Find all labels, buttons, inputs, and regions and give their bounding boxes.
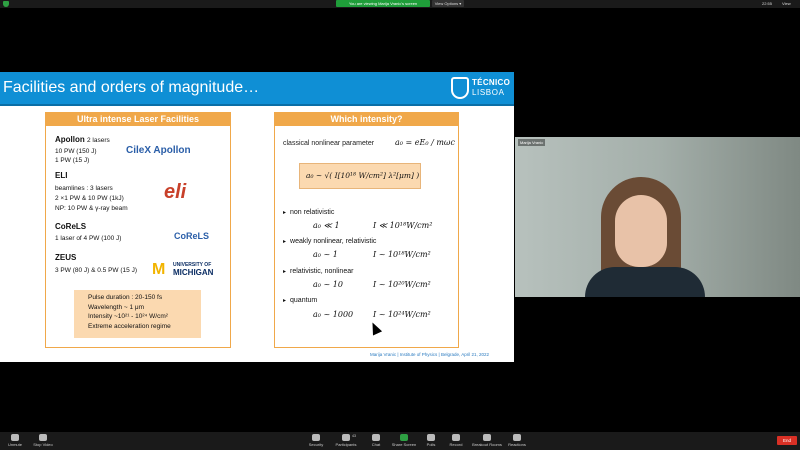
share-screen-icon	[400, 434, 408, 441]
participants-count: 43	[352, 434, 356, 438]
regime-0-intensity: I ≪ 10¹⁸W/cm²	[373, 221, 433, 230]
a0-intensity-formula: a₀ ~ √( I[10¹⁸ W/cm²] λ²[μm] )	[306, 171, 420, 180]
chat-button[interactable]: Chat	[361, 434, 391, 447]
apollon-line-2: 1 PW (15 J)	[55, 157, 90, 164]
microphone-muted-icon	[11, 434, 19, 441]
regime-1-a0: a₀ ~ 1	[313, 250, 338, 259]
acceleration-regime: Extreme acceleration regime	[88, 322, 171, 330]
speaker-face	[615, 195, 667, 267]
shared-slide: Facilities and orders of magnitude… TÉCN…	[0, 72, 514, 362]
speaker-shirt	[585, 267, 705, 297]
breakout-rooms-icon	[483, 434, 491, 441]
breakout-rooms-button[interactable]: Breakout Rooms	[472, 434, 502, 447]
intensity-panel: Which intensity? classical nonlinear par…	[274, 112, 459, 348]
eli-name: ELI	[55, 171, 68, 180]
pulse-duration: Pulse duration : 20-150 fs	[88, 294, 163, 301]
regime-1-intensity: I ~ 10¹⁸W/cm²	[373, 250, 431, 259]
tecnico-shield-icon	[451, 77, 469, 99]
meeting-toolbar: Unmute Stop Video Security Participants …	[0, 432, 800, 450]
regime-weakly-nonlinear: weakly nonlinear, relativistic	[283, 238, 376, 245]
eli-line-3: NP: 10 PW & γ-ray beam	[55, 205, 128, 212]
reactions-button[interactable]: Reactions	[502, 434, 532, 447]
regime-0-a0: a₀ ≪ 1	[313, 221, 340, 230]
video-camera-icon	[39, 434, 47, 441]
regime-3-a0: a₀ ~ 1000	[313, 310, 354, 319]
left-panel-header: Ultra intense Laser Facilities	[46, 113, 230, 126]
apollon-name: Apollon 2 lasers	[55, 135, 110, 144]
michigan-logo-line2: MICHIGAN	[173, 268, 214, 277]
param-label: classical nonlinear parameter	[283, 140, 375, 147]
a0-formula-box: a₀ ~ √( I[10¹⁸ W/cm²] λ²[μm] )	[299, 163, 421, 189]
zeus-line-1: 3 PW (80 J) & 0.5 PW (15 J)	[55, 267, 137, 274]
michigan-m-logo: M	[152, 261, 166, 278]
shield-icon	[3, 1, 9, 7]
participant-name-label: Marija Vranic	[518, 139, 546, 146]
regime-relativistic-nonlinear: relativistic, nonlinear	[283, 268, 353, 275]
laser-facilities-panel: Ultra intense Laser Facilities Apollon 2…	[45, 112, 231, 348]
regime-2-intensity: I ~ 10²⁰W/cm²	[373, 280, 431, 289]
right-panel-header: Which intensity?	[275, 113, 458, 126]
slide-header: Facilities and orders of magnitude… TÉCN…	[0, 72, 514, 106]
record-button[interactable]: Record	[441, 434, 471, 447]
regime-non-relativistic: non relativistic	[283, 209, 334, 216]
eli-logo: eli	[164, 181, 187, 203]
logo-line1: TÉCNICO	[472, 78, 511, 87]
speaker-video-tile[interactable]: Marija Vranic	[515, 137, 800, 297]
a0-definition: a₀ = eE₀ / mωc	[395, 138, 455, 147]
zoom-top-bar: You are viewing Marija Vranic's screen V…	[0, 0, 800, 8]
security-button[interactable]: Security	[301, 434, 331, 447]
view-options-button[interactable]: View Options ▾	[432, 0, 464, 7]
share-screen-button[interactable]: Share Screen	[389, 434, 419, 447]
screen-share-banner: You are viewing Marija Vranic's screen	[336, 0, 430, 7]
apollon-line-1: 10 PW (150 J)	[55, 148, 97, 155]
record-icon	[452, 434, 460, 441]
end-meeting-button[interactable]: End	[777, 436, 797, 445]
zeus-name: ZEUS	[55, 253, 77, 262]
smiley-icon	[513, 434, 521, 441]
corels-name: CoReLS	[55, 222, 87, 231]
polls-icon	[427, 434, 435, 441]
participants-button[interactable]: Participants 43	[331, 434, 361, 447]
chat-bubble-icon	[372, 434, 380, 441]
regime-2-a0: a₀ ~ 10	[313, 280, 343, 289]
slide-caption: Marija Vranic | Institute of Physics | B…	[370, 352, 489, 357]
regime-3-intensity: I ~ 10²⁴W/cm²	[373, 310, 431, 319]
view-button[interactable]: View	[782, 1, 791, 6]
stop-video-button[interactable]: Stop Video	[28, 434, 58, 447]
regime-quantum: quantum	[283, 297, 317, 304]
shield-icon	[312, 434, 320, 441]
apollon-logo: CileX Apollon	[126, 145, 191, 156]
tecnico-logo: TÉCNICO LISBOA	[451, 76, 511, 102]
participants-icon	[342, 434, 350, 441]
intensity-range: Intensity ~10²¹ - 10²⁴ W/cm²	[88, 313, 168, 320]
corels-logo: CoReLS	[174, 231, 210, 241]
logo-line2: LISBOA	[472, 88, 505, 97]
eli-line-1: beamlines : 3 lasers	[55, 185, 113, 192]
unmute-button[interactable]: Unmute	[0, 434, 30, 447]
wavelength: Wavelength ~ 1 μm	[88, 303, 145, 311]
clock: 22:55	[762, 1, 773, 6]
corels-line-1: 1 laser of 4 PW (100 J)	[55, 235, 122, 242]
slide-title: Facilities and orders of magnitude…	[3, 79, 260, 96]
laser-parameters-box: Pulse duration : 20-150 fs Wavelength ~ …	[74, 290, 201, 338]
eli-line-2: 2 ×1 PW & 10 PW (1kJ)	[55, 195, 124, 202]
